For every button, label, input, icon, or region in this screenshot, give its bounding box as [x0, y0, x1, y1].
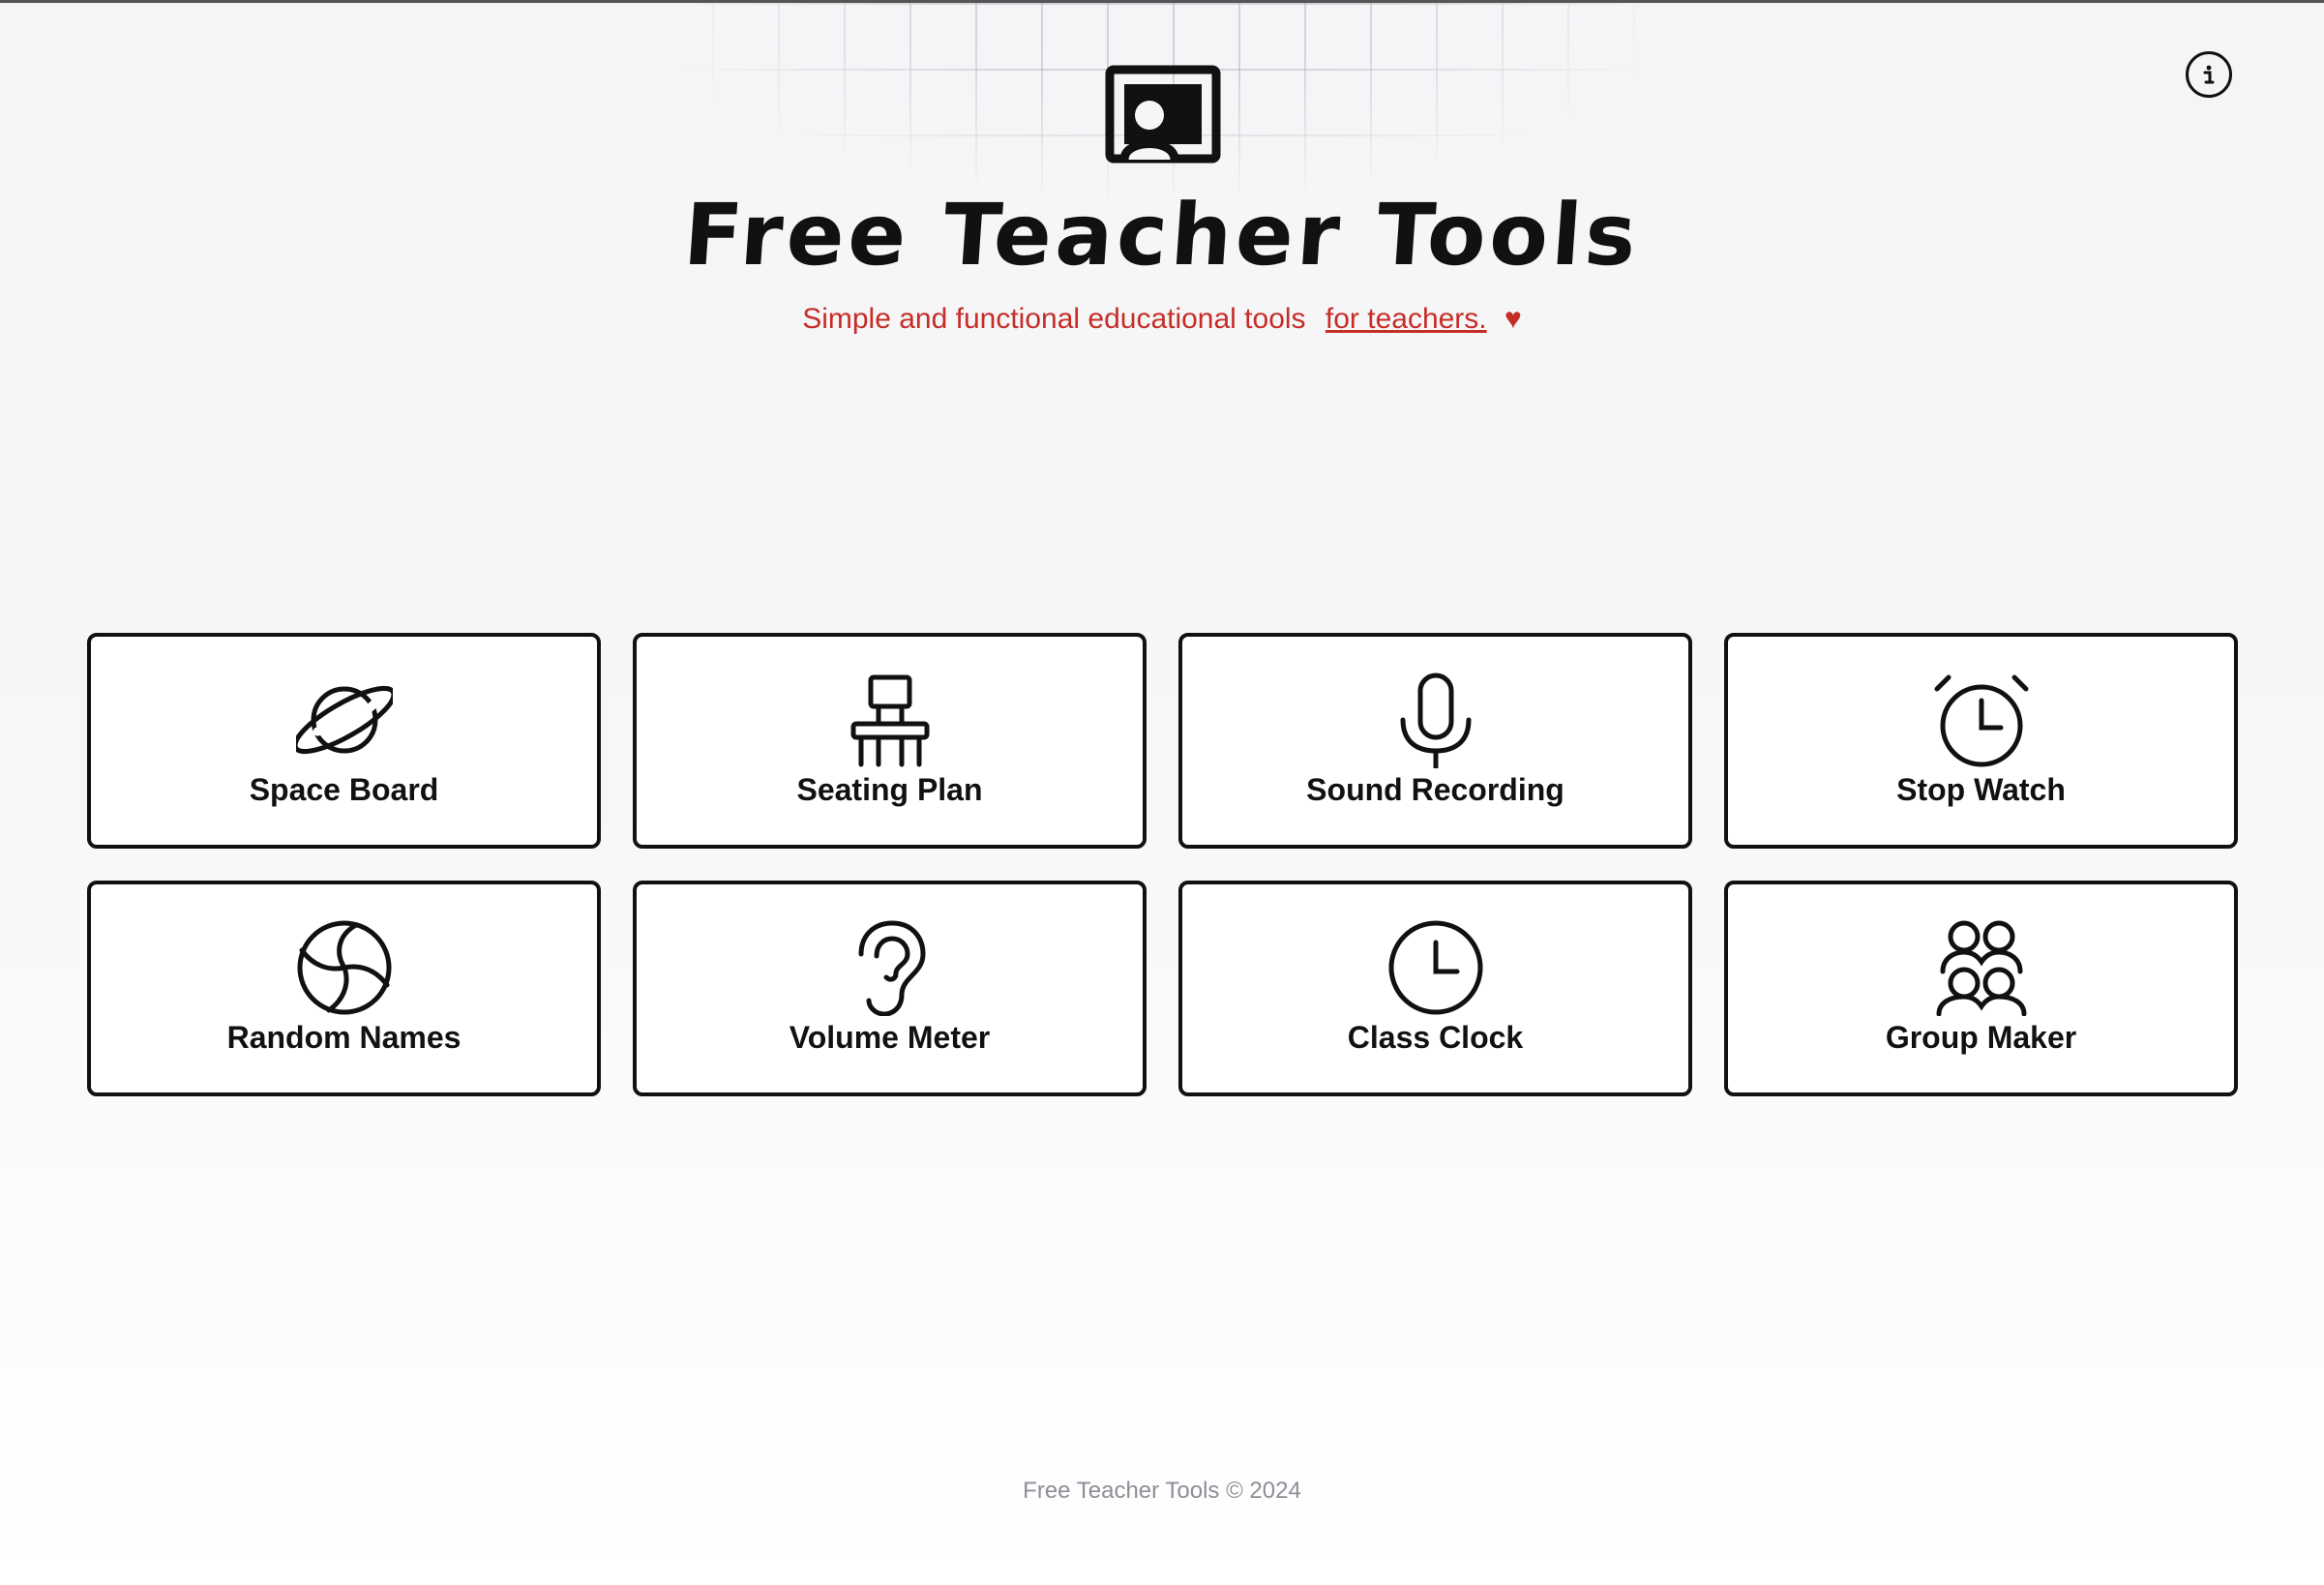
for-teachers-link[interactable]: for teachers.	[1326, 303, 1487, 335]
group-icon	[1936, 920, 2026, 1016]
tool-label: Volume Meter	[789, 1020, 991, 1055]
page-title: Free Teacher Tools	[680, 185, 1644, 284]
tool-label: Random Names	[226, 1020, 462, 1055]
tool-card-space-board[interactable]: Space Board	[87, 633, 601, 849]
alarm-clock-icon	[1934, 674, 2028, 767]
clock-icon	[1388, 920, 1482, 1015]
tool-card-seating-plan[interactable]: Seating Plan	[633, 633, 1147, 849]
chair-icon	[850, 674, 929, 767]
tool-label: Sound Recording	[1306, 772, 1564, 807]
page: Free Teacher Tools Simple and functional…	[0, 0, 2324, 1585]
subtitle: Simple and functional educational tools …	[0, 303, 2324, 336]
tool-card-group-maker[interactable]: Group Maker	[1724, 881, 2238, 1096]
ear-icon	[858, 920, 926, 1016]
tool-label: Stop Watch	[1896, 772, 2066, 807]
tool-card-stop-watch[interactable]: Stop Watch	[1724, 633, 2238, 849]
tool-card-random-names[interactable]: Random Names	[87, 881, 601, 1096]
info-icon	[2203, 65, 2215, 84]
tool-label: Group Maker	[1885, 1020, 2077, 1055]
footer-copyright: Free Teacher Tools © 2024	[1023, 1478, 1301, 1504]
wheel-icon	[297, 920, 391, 1015]
tool-label: Class Clock	[1347, 1020, 1524, 1055]
microphone-icon	[1400, 673, 1471, 768]
tools-grid: Space Board Seating Plan Sound Recording	[87, 633, 2238, 1096]
subtitle-text: Simple and functional educational tools	[802, 303, 1306, 335]
teacher-board-icon	[1105, 65, 1221, 164]
heart-icon: ♥	[1504, 303, 1522, 335]
tool-label: Space Board	[249, 772, 439, 807]
tool-card-volume-meter[interactable]: Volume Meter	[633, 881, 1147, 1096]
planet-icon	[295, 685, 393, 755]
tool-card-sound-recording[interactable]: Sound Recording	[1178, 633, 1692, 849]
tool-card-class-clock[interactable]: Class Clock	[1178, 881, 1692, 1096]
tool-label: Seating Plan	[796, 772, 983, 807]
info-button[interactable]	[2186, 51, 2232, 98]
